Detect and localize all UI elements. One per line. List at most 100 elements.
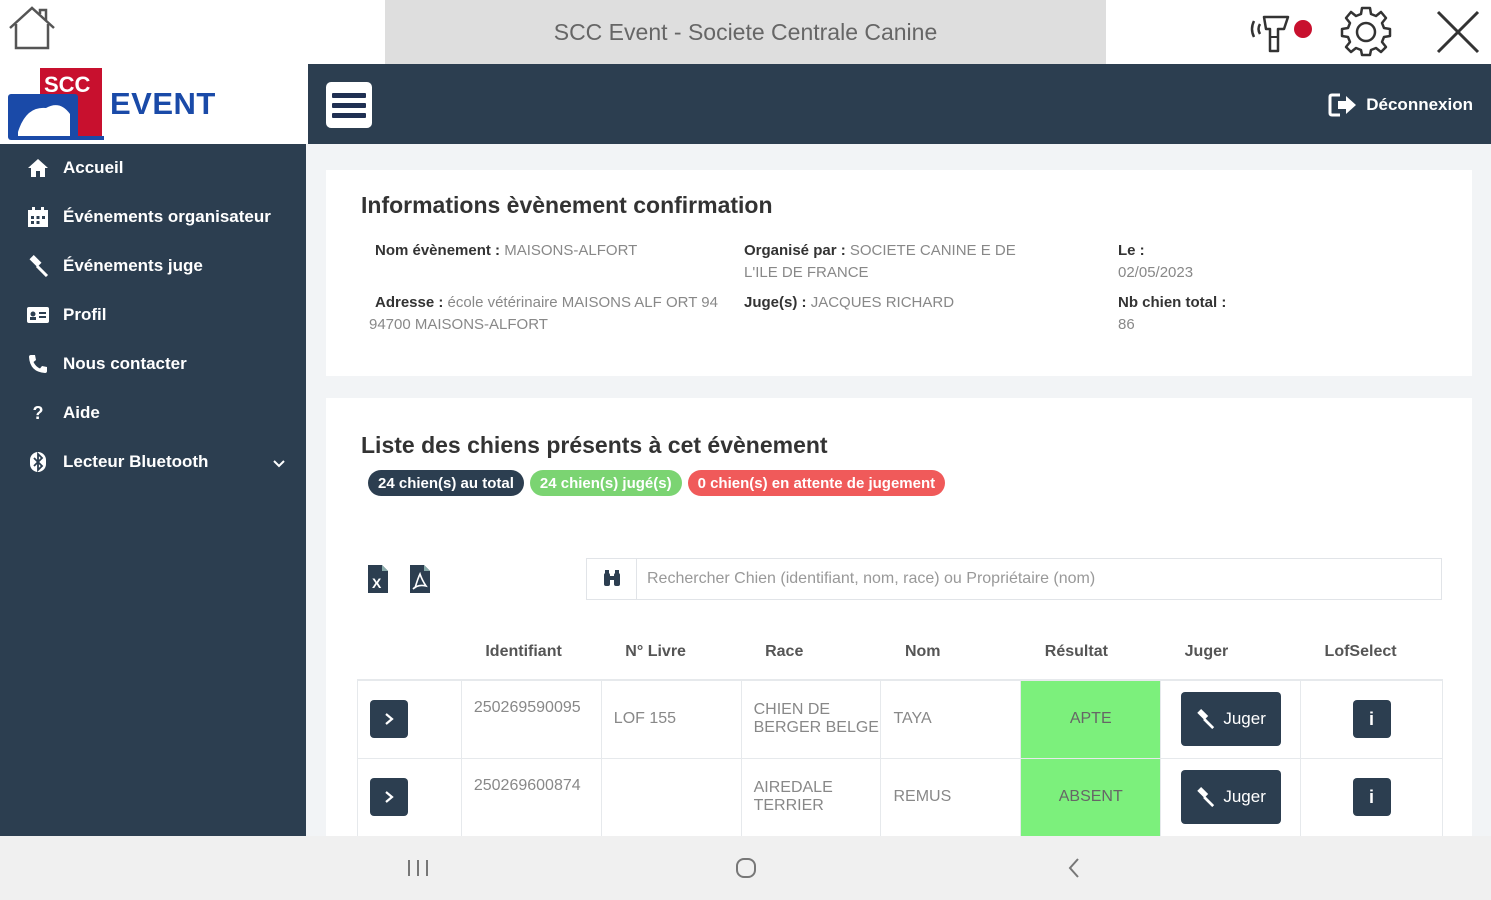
sidebar-item-label: Événements organisateur [63, 207, 271, 226]
event-dog-total-label: Nb chien total : [1118, 294, 1227, 311]
judge-button-label: Juger [1223, 787, 1266, 806]
sidebar-item-label: Lecteur Bluetooth [63, 452, 209, 471]
home-icon [26, 156, 50, 180]
recent-apps-button[interactable] [398, 850, 438, 886]
sidebar-item-nous-contacter[interactable]: Nous contacter [0, 344, 306, 384]
info-icon: i [1369, 708, 1375, 729]
expand-cell [357, 757, 462, 836]
dog-race-cell: AIREDALE TERRIER [740, 757, 882, 836]
gavel-icon [26, 254, 50, 278]
table-row: 250269590095 LOF 155 CHIEN DE BERGER BEL… [357, 679, 1443, 759]
dogs-list-title: Liste des chiens présents à cet évènemen… [361, 432, 828, 458]
svg-text:X: X [372, 575, 382, 591]
scc-event-logo[interactable]: SCC EVENT [0, 64, 308, 144]
column-header: Nom [880, 624, 1021, 681]
expand-row-button[interactable] [370, 778, 408, 816]
sidebar-item-accueil[interactable]: Accueil [0, 148, 306, 188]
gear-icon [1340, 6, 1392, 57]
logout-label: Déconnexion [1366, 95, 1473, 114]
sidebar-item-label: Événements juge [63, 256, 203, 275]
event-info-title: Informations èvènement confirmation [361, 192, 773, 218]
home-nav-button[interactable] [726, 850, 766, 886]
sidebar-item-aide[interactable]: ? Aide [0, 393, 306, 433]
event-organizer-field: Organisé par : SOCIETE CANINE E DE L'ILE… [744, 240, 1016, 284]
sidebar-item-evenements-organisateur[interactable]: Événements organisateur [0, 197, 306, 237]
excel-file-icon: X [368, 565, 388, 593]
bluetooth-reader-button[interactable] [1238, 4, 1318, 60]
event-judge-label: Juge(s) : [744, 294, 807, 311]
settings-button[interactable] [1336, 4, 1396, 60]
hamburger-line [332, 92, 366, 98]
sidebar-item-evenements-juge[interactable]: Événements juge [0, 246, 306, 286]
column-header: Race [741, 624, 881, 681]
binoculars-icon [587, 559, 637, 599]
menu-toggle-button[interactable] [326, 82, 372, 128]
main-content: Informations èvènement confirmation Nom … [306, 144, 1491, 836]
event-date-field: Le : 02/05/2023 [1118, 240, 1318, 284]
id-card-icon [26, 303, 50, 327]
sidebar-item-lecteur-bluetooth[interactable]: Lecteur Bluetooth [0, 442, 306, 482]
logout-button[interactable]: Déconnexion [1328, 92, 1473, 118]
judge-cell: Juger [1160, 679, 1302, 759]
calendar-icon [26, 205, 50, 229]
column-header: LofSelect [1300, 624, 1443, 681]
export-excel-button[interactable]: X [366, 564, 392, 594]
gavel-icon [1197, 709, 1215, 730]
lofselect-cell: i [1300, 679, 1443, 759]
judge-button[interactable]: Juger [1180, 692, 1281, 747]
dog-result-cell: APTE [1020, 679, 1162, 759]
event-name-field: Nom évènement : MAISONS-ALFORT [375, 240, 715, 262]
dogs-table: Identifiant N° Livre Race Nom Résultat J… [357, 624, 1443, 836]
dog-book-cell: LOF 155 [600, 679, 742, 759]
chevron-right-icon [385, 713, 394, 726]
phone-icon [26, 352, 50, 376]
pdf-file-icon [410, 565, 430, 593]
event-date-label: Le : [1118, 242, 1145, 259]
close-button[interactable] [1430, 4, 1486, 60]
event-dog-total-value: 86 [1118, 316, 1135, 333]
dog-count-badges: 24 chien(s) au total 24 chien(s) jugé(s)… [368, 470, 946, 496]
event-name-label: Nom évènement : [375, 242, 501, 259]
judge-button[interactable]: Juger [1180, 770, 1281, 824]
hamburger-line [332, 102, 366, 108]
badge-pending: 0 chien(s) en attente de jugement [687, 470, 946, 496]
dog-id-cell: 250269590095 [460, 679, 602, 759]
column-header: Résultat [1020, 624, 1161, 681]
sidebar-item-label: Accueil [63, 158, 124, 177]
sidebar-item-label: Profil [63, 305, 107, 324]
sidebar-item-label: Aide [63, 403, 100, 422]
expand-cell [357, 679, 462, 759]
event-address-label: Adresse : [375, 294, 444, 311]
close-icon [1436, 10, 1480, 54]
hamburger-line [332, 112, 366, 118]
lofselect-info-button[interactable]: i [1352, 778, 1391, 816]
dog-search-box [586, 558, 1442, 600]
event-date-value: 02/05/2023 [1118, 264, 1194, 281]
chevron-right-icon [385, 791, 394, 803]
system-navigation-bar [0, 836, 1491, 900]
home-button[interactable] [4, 2, 60, 54]
event-address-field: Adresse : école vétérinaire MAISONS ALF … [369, 292, 719, 336]
recording-indicator-icon [1294, 20, 1312, 38]
expand-row-button[interactable] [370, 700, 408, 739]
back-nav-button[interactable] [1054, 850, 1094, 886]
event-judge-value: JACQUES RICHARD [810, 294, 955, 311]
dog-book-cell [600, 757, 742, 836]
dog-name-cell: TAYA [880, 679, 1022, 759]
scc-logo-icon: SCC [8, 68, 104, 140]
judge-button-label: Juger [1223, 709, 1266, 729]
header-bar: Déconnexion [308, 64, 1491, 144]
sidebar-item-profil[interactable]: Profil [0, 295, 306, 335]
chevron-down-icon [272, 454, 286, 474]
export-pdf-button[interactable] [408, 564, 434, 594]
event-organizer-label: Organisé par : [744, 242, 846, 259]
lofselect-info-button[interactable]: i [1352, 700, 1391, 739]
home-icon [9, 6, 55, 50]
window-title: SCC Event - Societe Centrale Canine [385, 0, 1106, 64]
judge-cell: Juger [1160, 757, 1302, 836]
column-header: N° Livre [601, 624, 742, 681]
search-input[interactable] [637, 559, 1441, 599]
export-toolbar: X [366, 564, 434, 594]
question-icon: ? [32, 402, 44, 423]
column-header: Juger [1160, 624, 1301, 681]
